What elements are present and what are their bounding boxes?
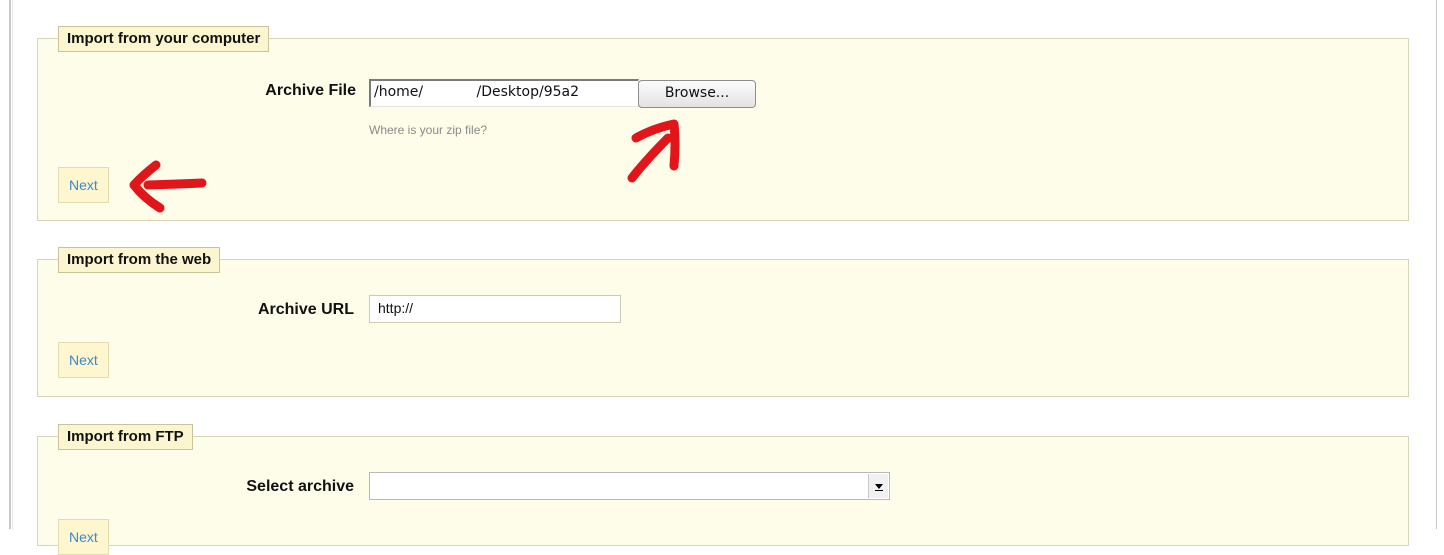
import-ftp-fieldset: Import from FTP Select archive Next (37, 424, 1409, 555)
next-button-web[interactable]: Next (58, 342, 109, 378)
annotation-arrow-up-icon (627, 119, 680, 183)
page-left-border (9, 0, 11, 529)
archive-file-hint: Where is your zip file? (369, 123, 488, 137)
page-right-border (1436, 0, 1437, 529)
browse-button[interactable]: Browse... (638, 80, 756, 108)
select-archive-label: Select archive (246, 478, 354, 495)
dropdown-arrow-icon[interactable] (868, 474, 888, 498)
archive-url-input[interactable]: http:// (369, 295, 621, 323)
annotation-arrow-left-icon (129, 160, 207, 213)
page-left-border-inner (12, 0, 13, 529)
select-archive-dropdown[interactable] (369, 472, 890, 500)
next-button-computer[interactable]: Next (58, 167, 109, 203)
import-ftp-legend: Import from FTP (58, 424, 193, 450)
import-computer-fieldset: Import from your computer Archive File /… (37, 26, 1409, 221)
archive-file-input[interactable]: /home/ /Desktop/95a2 (369, 79, 639, 107)
next-button-ftp[interactable]: Next (58, 519, 109, 555)
import-computer-legend: Import from your computer (58, 26, 270, 52)
archive-url-label: Archive URL (257, 301, 354, 318)
import-web-fieldset: Import from the web Archive URL http:// … (37, 247, 1409, 397)
import-web-legend: Import from the web (58, 247, 221, 273)
archive-file-label: Archive File (265, 82, 356, 99)
